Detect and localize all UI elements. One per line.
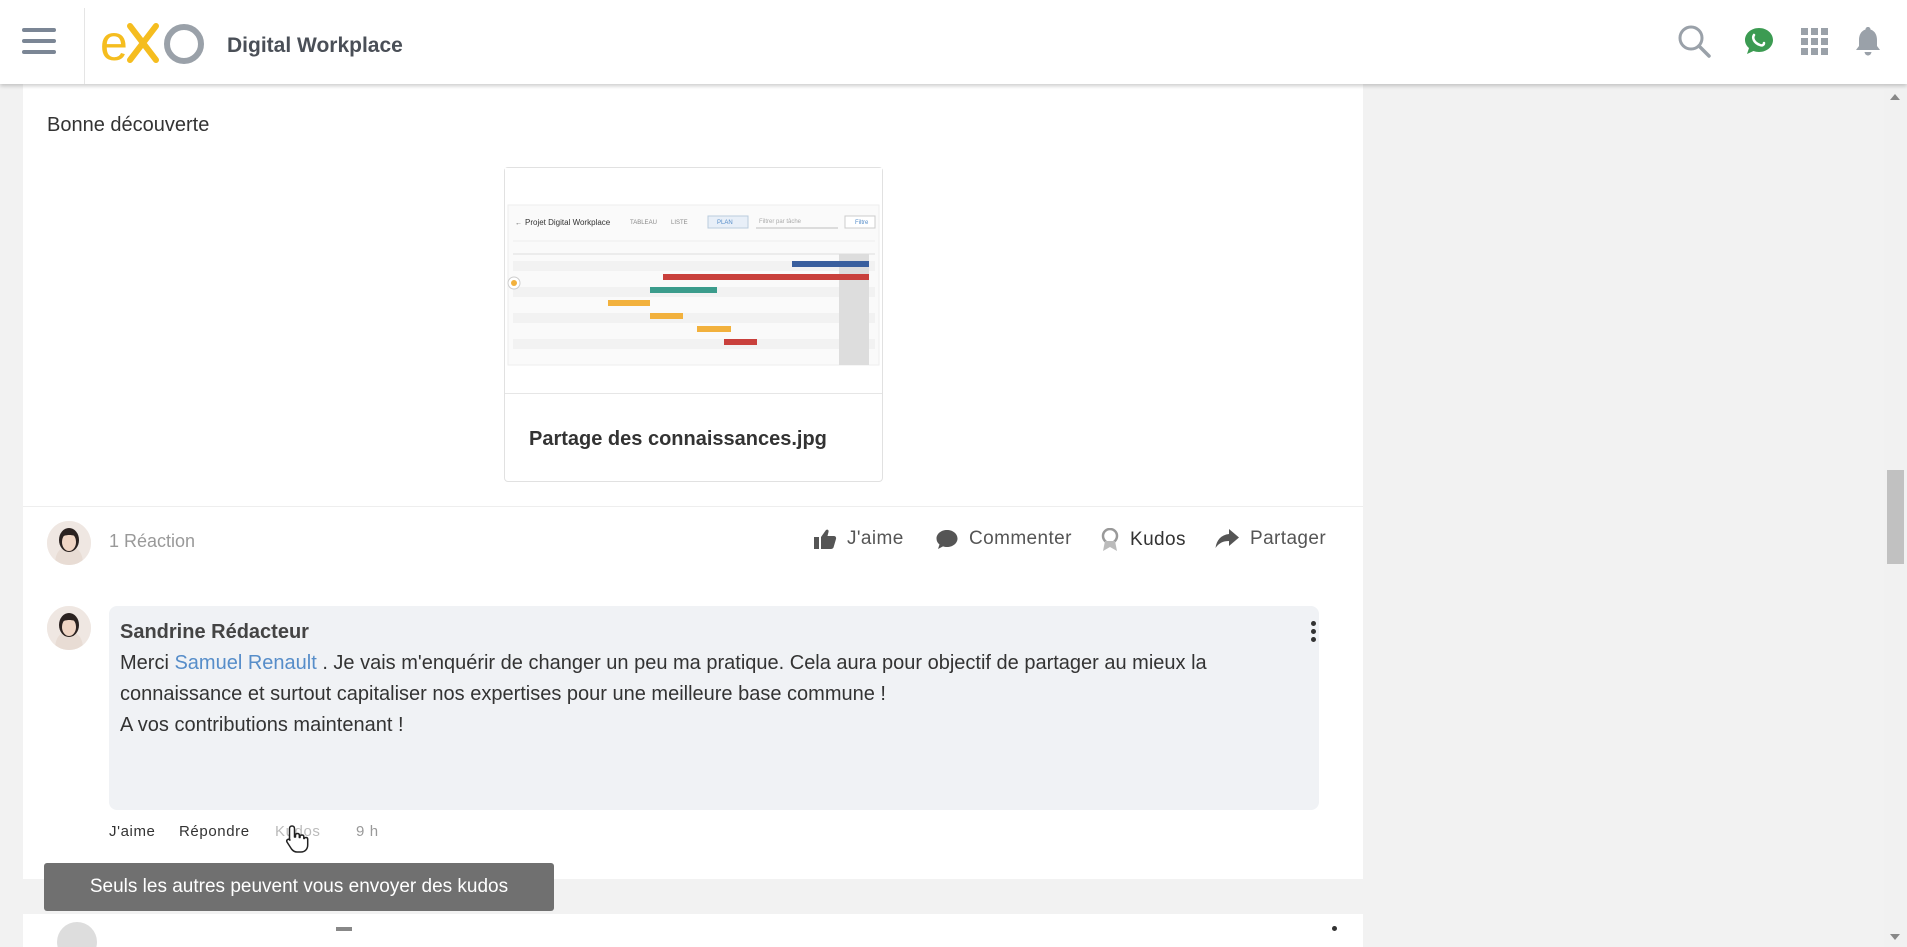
reactions-count[interactable]: 1 Réaction	[109, 531, 195, 552]
comment-text-line2: A vos contributions maintenant !	[120, 714, 404, 736]
activity-menu-icon[interactable]	[1332, 926, 1337, 931]
share-label: Partager	[1250, 528, 1327, 549]
kudos-label: Kudos	[1130, 529, 1186, 550]
divider	[23, 506, 1363, 507]
scroll-up-icon[interactable]	[1890, 94, 1900, 100]
svg-text:←: ←	[515, 220, 522, 227]
kudos-tooltip: Seuls les autres peuvent vous envoyer de…	[44, 863, 554, 911]
bell-icon[interactable]	[1851, 24, 1885, 58]
activity-card: Bonne découverte ← Projet Digital Workpl…	[23, 84, 1363, 879]
hand-cursor-icon	[286, 825, 309, 853]
kudos-button[interactable]: Kudos	[1100, 528, 1186, 552]
like-label: J'aime	[847, 528, 904, 549]
apps-grid-icon[interactable]	[1797, 24, 1831, 58]
comment-avatar[interactable]	[47, 606, 91, 650]
activity-stream: Bonne découverte ← Projet Digital Workpl…	[0, 84, 1907, 947]
comment-like-button[interactable]: J'aime	[109, 823, 155, 840]
next-activity-card	[23, 914, 1363, 947]
comment-icon	[936, 530, 958, 549]
exo-logo[interactable]: e	[100, 14, 212, 71]
chat-icon[interactable]	[1742, 24, 1776, 58]
attachment-name[interactable]: Partage des connaissances.jpg	[529, 428, 827, 451]
comment-bubble: Sandrine Rédacteur Merci Samuel Renault …	[109, 606, 1319, 810]
attachment-thumbnail[interactable]: ← Projet Digital Workplace TABLEAU LISTE…	[505, 168, 882, 394]
kudos-icon	[1101, 528, 1119, 551]
comment-time: 9 h	[356, 823, 379, 840]
thumb-filter: Filtrer par tâche	[759, 219, 802, 225]
scrollbar-thumb[interactable]	[1887, 470, 1904, 564]
share-button[interactable]: Partager	[1214, 528, 1326, 550]
scroll-down-icon[interactable]	[1890, 934, 1900, 940]
comment-button[interactable]: Commenter	[935, 528, 1072, 550]
comment-text-prefix: Merci	[120, 652, 169, 674]
scrollbar[interactable]	[1884, 84, 1907, 947]
comment-author[interactable]: Sandrine Rédacteur	[120, 621, 309, 644]
share-icon	[1215, 529, 1239, 548]
comment-text: Merci Samuel Renault . Je vais m'enquéri…	[120, 648, 1310, 741]
divider	[84, 8, 85, 84]
svg-text:e: e	[100, 15, 128, 70]
thumb-view-2: LISTE	[671, 220, 688, 226]
document-icon	[336, 927, 352, 931]
user-mention[interactable]: Samuel Renault	[174, 652, 316, 674]
thumb-title: Projet Digital Workplace	[525, 218, 611, 227]
thumb-view-1: TABLEAU	[630, 220, 657, 226]
avatar[interactable]	[57, 922, 97, 947]
top-bar: e Digital Workplace	[0, 0, 1907, 84]
comment-label: Commenter	[969, 528, 1072, 549]
post-text: Bonne découverte	[47, 114, 210, 136]
avatar[interactable]	[47, 521, 91, 565]
like-button[interactable]: J'aime	[813, 528, 904, 550]
attachment-card[interactable]: ← Projet Digital Workplace TABLEAU LISTE…	[504, 167, 883, 482]
comment-reply-button[interactable]: Répondre	[179, 823, 250, 840]
brand-name: Digital Workplace	[227, 34, 403, 57]
search-icon[interactable]	[1677, 24, 1711, 58]
thumb-view-3: PLAN	[717, 220, 733, 226]
thumb-filter-button: Filtre	[855, 220, 869, 226]
thumbs-up-icon	[814, 529, 837, 549]
comment-menu-icon[interactable]	[1308, 621, 1318, 647]
hamburger-menu-icon[interactable]	[22, 28, 56, 56]
